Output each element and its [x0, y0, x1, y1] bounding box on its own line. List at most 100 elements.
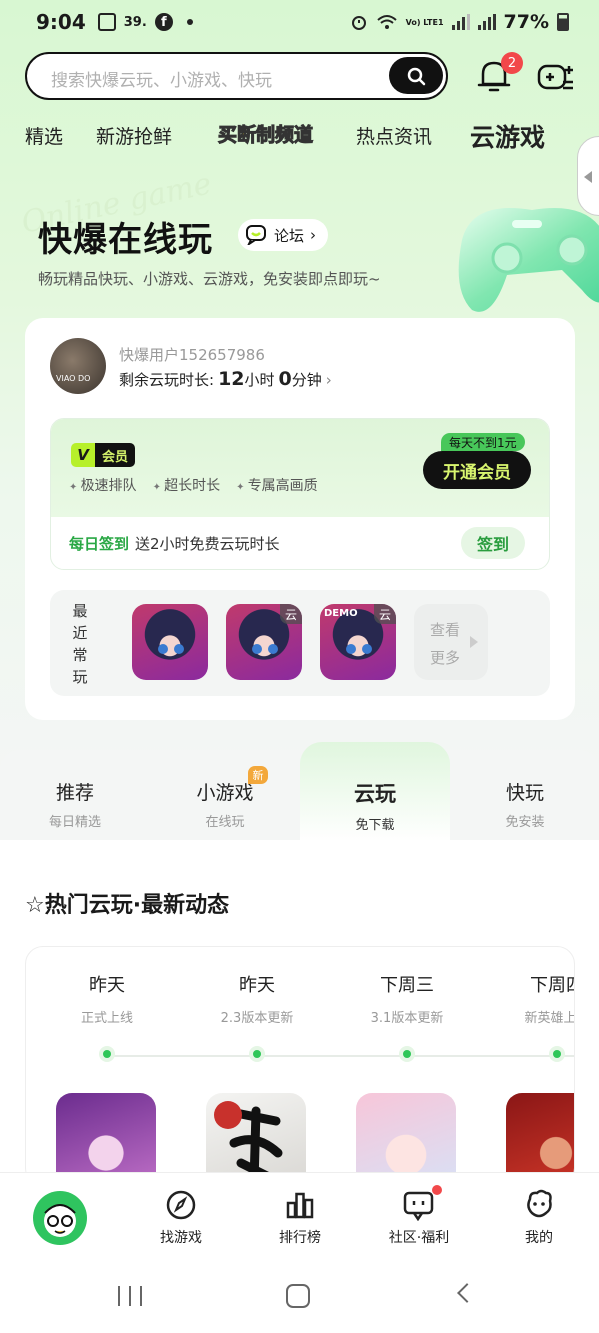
tab-sublabel: 免下载 — [355, 818, 395, 833]
more-notifications-icon — [186, 19, 193, 25]
recent-game-2[interactable]: 云 — [226, 604, 302, 680]
nav-label: 我的 — [525, 1230, 553, 1246]
game-controller-icon[interactable] — [537, 58, 575, 94]
nav-label: 社区·福利 — [388, 1230, 450, 1246]
timeline-day: 下周四 — [530, 975, 574, 996]
cloud-tag: 云 — [280, 604, 302, 624]
timeline-item[interactable]: 下周三 3.1版本更新 — [347, 971, 467, 1062]
join-vip-button[interactable]: 开通会员 — [423, 451, 531, 489]
timeline-dot — [249, 1046, 265, 1062]
gallery-icon — [97, 13, 116, 31]
profile-icon — [527, 1189, 552, 1218]
home-icon[interactable] — [286, 1284, 310, 1308]
tab-sublabel: 在线玩 — [205, 815, 245, 830]
vip-badge: V 会员 — [71, 443, 136, 467]
timeline-item[interactable]: 昨天 2.3版本更新 — [197, 971, 317, 1062]
timeline-dot — [99, 1046, 115, 1062]
daily-checkin-text: 每日签到 送2小时免费云玩时长 — [69, 533, 280, 554]
search-button[interactable] — [389, 57, 443, 94]
avatar-text: VIAO DO — [56, 374, 91, 383]
compass-icon — [166, 1190, 196, 1220]
bottom-nav: 找游戏 排行榜 社区·福利 我的 — [0, 1172, 599, 1260]
tab-recommended[interactable]: 推荐 每日精选 — [20, 778, 130, 830]
recent-game-3[interactable]: DEMO 云 — [320, 604, 396, 680]
recently-played: 最近常玩 云 DEMO 云 查看 更多 — [50, 590, 550, 696]
search-input[interactable]: 搜索快爆云玩、小游戏、快玩 — [25, 52, 448, 100]
search-row: 搜索快爆云玩、小游戏、快玩 2 — [25, 52, 585, 100]
timeline-card: 昨天 正式上线 昨天 2.3版本更新 下周三 3.1版本更新 下周四 新英雄上线 — [25, 946, 575, 1186]
top-tab-bar: 精选 新游抢鲜 买断制频道 热点资讯 云游戏 — [0, 116, 599, 156]
timeline-item[interactable]: 下周四 新英雄上线 — [497, 971, 574, 1062]
checkin-desc: 送2小时免费云玩时长 — [135, 535, 280, 553]
hours-unit: 小时 — [244, 371, 275, 389]
status-time: 9:04 — [36, 10, 86, 34]
vip-feature: 超长时长 — [153, 475, 220, 495]
tab-label: 云玩 — [354, 782, 396, 806]
vip-feature: 专属高画质 — [236, 475, 318, 495]
vip-v-icon: V — [71, 443, 95, 467]
nav-find-games[interactable]: 找游戏 — [136, 1189, 226, 1247]
nav-community[interactable]: 社区·福利 — [374, 1189, 464, 1247]
home-mascot-button[interactable] — [33, 1191, 87, 1245]
tab-buyout-channel[interactable]: 买断制频道 — [217, 120, 313, 147]
tab-hot-news[interactable]: 热点资讯 — [356, 122, 432, 149]
vip-feature: 极速排队 — [69, 475, 137, 495]
nav-profile[interactable]: 我的 — [494, 1189, 584, 1247]
remaining-minutes: 0 — [278, 368, 292, 390]
forum-button[interactable]: 论坛 › — [238, 219, 329, 251]
tab-new-games[interactable]: 新游抢鲜 — [96, 122, 172, 149]
timeline-desc: 3.1版本更新 — [370, 1011, 444, 1026]
minutes-unit: 分钟 — [291, 371, 322, 389]
facebook-icon: f — [154, 13, 173, 31]
timeline-item[interactable]: 昨天 正式上线 — [47, 971, 167, 1062]
remaining-time[interactable]: 剩余云玩时长: 12 小时 0 分钟 › — [119, 368, 332, 390]
alarm-icon — [351, 16, 366, 30]
remaining-label: 剩余云玩时长: — [119, 371, 215, 389]
section-title: ☆热门云玩·最新动态 — [25, 893, 230, 918]
notification-badge: 2 — [501, 52, 523, 74]
user-name: 快爆用户152657986 — [119, 346, 265, 364]
cloud-tag: 云 — [374, 604, 396, 624]
tab-cloud-games[interactable]: 云游戏 — [470, 118, 545, 154]
timeline-desc: 新英雄上线 — [524, 1011, 574, 1026]
checkin-button[interactable]: 签到 — [461, 527, 525, 559]
tab-mini-games[interactable]: 小游戏 在线玩 — [170, 778, 280, 830]
recent-game-1[interactable] — [132, 604, 208, 680]
user-card: VIAO DO 快爆用户152657986 剩余云玩时长: 12 小时 0 分钟… — [25, 318, 575, 720]
tab-quick-play[interactable]: 快玩 免安装 — [470, 778, 580, 830]
vip-panel: V 会员 极速排队 超长时长 专属高画质 开通会员 每天不到1元 每日签到送2小… — [50, 418, 550, 570]
chevron-right-icon: › — [310, 226, 317, 244]
network-label: Vo) LTE1 — [405, 17, 444, 27]
avatar[interactable]: VIAO DO — [50, 338, 106, 394]
community-red-dot — [432, 1185, 442, 1195]
hero-title: 快爆在线玩 — [38, 220, 213, 260]
remaining-hours: 12 — [218, 368, 245, 390]
nav-label: 找游戏 — [160, 1230, 202, 1246]
recent-apps-icon[interactable] — [118, 1286, 142, 1306]
view-more-button[interactable]: 查看 更多 — [414, 604, 488, 680]
vip-features: 极速排队 超长时长 专属高画质 — [69, 475, 318, 495]
tab-featured[interactable]: 精选 — [25, 122, 63, 149]
chart-icon — [286, 1192, 314, 1219]
checkin-title: 每日签到 — [69, 535, 130, 553]
search-placeholder: 搜索快爆云玩、小游戏、快玩 — [51, 71, 272, 91]
battery-icon — [557, 13, 569, 31]
back-icon[interactable] — [457, 1283, 477, 1303]
battery-percent: 77% — [503, 11, 549, 33]
promo-tag: 每天不到1元 — [441, 433, 525, 451]
tab-sublabel: 免安装 — [505, 815, 545, 830]
timeline-day: 昨天 — [89, 975, 125, 996]
demo-tag: DEMO — [324, 608, 358, 619]
status-bar: 9:04 39. f Vo) LTE1 77% — [0, 0, 599, 44]
timeline-day: 下周三 — [380, 975, 434, 996]
app-screen: 9:04 39. f Vo) LTE1 77% 搜索快爆云玩、小游戏、快玩 2 — [0, 0, 599, 1333]
timeline-desc: 2.3版本更新 — [220, 1011, 294, 1026]
notification-text: 39. — [123, 14, 147, 30]
timeline-dot — [549, 1046, 565, 1062]
wifi-icon — [376, 15, 397, 29]
nav-rankings[interactable]: 排行榜 — [255, 1189, 345, 1247]
search-icon — [407, 67, 426, 85]
game-controller-illustration — [458, 208, 599, 312]
signal-icon — [451, 14, 470, 30]
tab-cloud-play[interactable]: 云玩 免下载 — [320, 778, 430, 833]
